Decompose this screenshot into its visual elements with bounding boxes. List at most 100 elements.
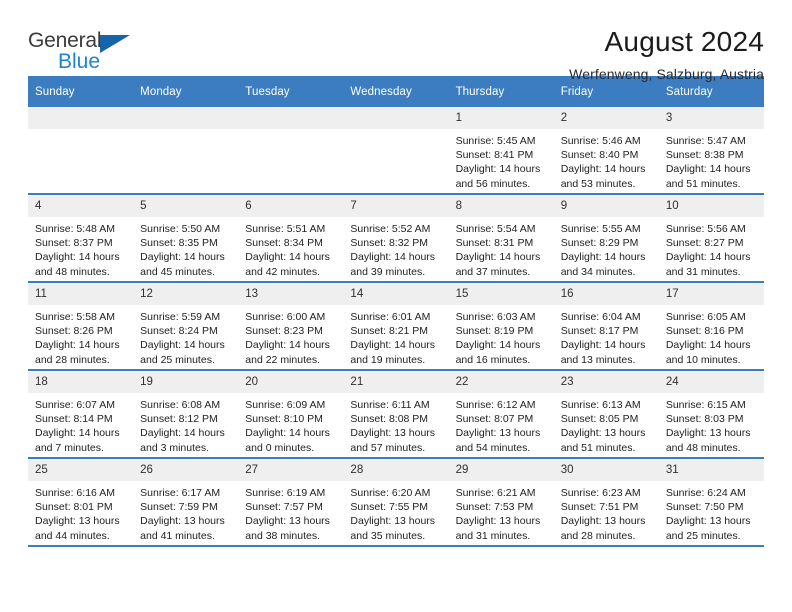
day-sun-info: Sunrise: 6:13 AM Sunset: 8:05 PM Daylight:… xyxy=(554,393,659,455)
calendar-day-cell[interactable]: 2 Sunrise: 5:46 AM Sunset: 8:40 PM Daylight… xyxy=(553,107,659,195)
generalblue-logo[interactable]: General Blue xyxy=(28,26,158,72)
sunrise-text: Sunrise: 6:05 AM xyxy=(665,311,746,323)
day-number: 26 xyxy=(133,459,239,481)
sunset-text: Sunset: 7:53 PM xyxy=(455,501,534,514)
day-number: 19 xyxy=(133,371,239,393)
day-sun-info: Sunrise: 5:47 AM Sunset: 8:38 PM Daylight:… xyxy=(659,129,764,191)
sunrise-text: Sunrise: 6:15 AM xyxy=(665,399,746,411)
calendar-day-cell[interactable]: 26 Sunrise: 6:17 AM Sunset: 7:59 PM Dayligh… xyxy=(133,458,239,547)
day-number xyxy=(343,107,449,129)
sunrise-text: Sunrise: 6:12 AM xyxy=(455,399,536,411)
calendar-day-cell[interactable]: 24 Sunrise: 6:15 AM Sunset: 8:03 PM Dayligh… xyxy=(658,370,764,459)
day-number: 7 xyxy=(343,195,449,217)
calendar-day-cell[interactable]: 7 Sunrise: 5:52 AM Sunset: 8:32 PM Daylight… xyxy=(343,194,449,283)
day-sun-info: Sunrise: 5:46 AM Sunset: 8:40 PM Daylight:… xyxy=(554,129,659,191)
sunset-text: Sunset: 7:59 PM xyxy=(140,501,218,514)
day-sun-info: Sunrise: 5:50 AM Sunset: 8:35 PM Daylight:… xyxy=(133,217,238,279)
calendar-day-cell[interactable]: 4 Sunrise: 5:48 AM Sunset: 8:37 PM Daylight… xyxy=(28,194,134,283)
calendar-cell-empty xyxy=(133,107,239,195)
daylight-text: Daylight: 14 hours xyxy=(350,339,436,352)
page-subtitle: Werfenweng, Salzburg, Austria xyxy=(569,66,764,82)
daylight-text: Daylight: 14 hours xyxy=(35,251,120,264)
sunrise-text: Sunrise: 5:51 AM xyxy=(245,223,326,235)
day-number: 1 xyxy=(448,107,554,129)
daylight-text: and 48 minutes. xyxy=(35,265,110,278)
daylight-text: Daylight: 14 hours xyxy=(665,339,751,352)
sunset-text: Sunset: 8:24 PM xyxy=(140,325,218,338)
calendar-day-cell[interactable]: 6 Sunrise: 5:51 AM Sunset: 8:34 PM Daylight… xyxy=(238,194,344,283)
calendar-day-cell[interactable]: 28 Sunrise: 6:20 AM Sunset: 7:55 PM Dayligh… xyxy=(343,458,449,547)
daylight-text: and 38 minutes. xyxy=(245,529,320,542)
calendar-day-cell[interactable]: 20 Sunrise: 6:09 AM Sunset: 8:10 PM Dayligh… xyxy=(238,370,344,459)
sunrise-text: Sunrise: 5:56 AM xyxy=(665,223,746,235)
calendar-day-cell[interactable]: 5 Sunrise: 5:50 AM Sunset: 8:35 PM Daylight… xyxy=(133,194,239,283)
sunrise-text: Sunrise: 5:48 AM xyxy=(35,223,115,235)
calendar-week-row: 18 Sunrise: 6:07 AM Sunset: 8:14 PM Dayligh… xyxy=(28,370,764,459)
calendar-day-cell[interactable]: 23 Sunrise: 6:13 AM Sunset: 8:05 PM Dayligh… xyxy=(553,370,659,459)
calendar-day-cell[interactable]: 16 Sunrise: 6:04 AM Sunset: 8:17 PM Dayligh… xyxy=(553,282,659,371)
calendar-day-cell[interactable]: 8 Sunrise: 5:54 AM Sunset: 8:31 PM Daylight… xyxy=(448,194,554,283)
sunrise-text: Sunrise: 6:08 AM xyxy=(140,399,221,411)
calendar-day-cell[interactable]: 29 Sunrise: 6:21 AM Sunset: 7:53 PM Dayligh… xyxy=(448,458,554,547)
calendar-day-cell[interactable]: 27 Sunrise: 6:19 AM Sunset: 7:57 PM Dayligh… xyxy=(238,458,344,547)
day-number: 18 xyxy=(28,371,134,393)
day-number: 8 xyxy=(448,195,554,217)
calendar-day-cell[interactable]: 18 Sunrise: 6:07 AM Sunset: 8:14 PM Dayligh… xyxy=(28,370,134,459)
daylight-text: and 3 minutes. xyxy=(140,441,210,454)
daylight-text: Daylight: 14 hours xyxy=(560,251,646,264)
daylight-text: Daylight: 14 hours xyxy=(35,339,120,352)
sunset-text: Sunset: 8:08 PM xyxy=(350,413,429,426)
sunrise-text: Sunrise: 5:58 AM xyxy=(35,311,115,323)
daylight-text: and 28 minutes. xyxy=(560,529,636,542)
daylight-text: Daylight: 14 hours xyxy=(245,339,330,352)
calendar-day-cell[interactable]: 14 Sunrise: 6:01 AM Sunset: 8:21 PM Dayligh… xyxy=(343,282,449,371)
calendar-day-cell[interactable]: 13 Sunrise: 6:00 AM Sunset: 8:23 PM Dayligh… xyxy=(238,282,344,371)
sunrise-text: Sunrise: 6:09 AM xyxy=(245,399,326,411)
daylight-text: and 48 minutes. xyxy=(665,441,741,454)
calendar-day-cell[interactable]: 12 Sunrise: 5:59 AM Sunset: 8:24 PM Dayligh… xyxy=(133,282,239,371)
calendar-day-cell[interactable]: 9 Sunrise: 5:55 AM Sunset: 8:29 PM Daylight… xyxy=(553,194,659,283)
day-sun-info: Sunrise: 5:56 AM Sunset: 8:27 PM Daylight:… xyxy=(659,217,764,279)
day-sun-info: Sunrise: 6:00 AM Sunset: 8:23 PM Daylight:… xyxy=(238,305,343,367)
day-number xyxy=(28,107,134,129)
calendar-day-cell[interactable]: 19 Sunrise: 6:08 AM Sunset: 8:12 PM Dayligh… xyxy=(133,370,239,459)
day-sun-info: Sunrise: 6:12 AM Sunset: 8:07 PM Daylight:… xyxy=(449,393,554,455)
day-sun-info: Sunrise: 6:23 AM Sunset: 7:51 PM Daylight:… xyxy=(554,481,659,543)
calendar-day-cell[interactable]: 31 Sunrise: 6:24 AM Sunset: 7:50 PM Dayligh… xyxy=(658,458,764,547)
logo-text-general: General xyxy=(28,30,158,53)
day-number xyxy=(133,107,239,129)
sunset-text: Sunset: 8:10 PM xyxy=(245,413,323,426)
calendar-day-cell[interactable]: 30 Sunrise: 6:23 AM Sunset: 7:51 PM Dayligh… xyxy=(553,458,659,547)
daylight-text: and 25 minutes. xyxy=(140,353,215,366)
calendar-day-cell[interactable]: 17 Sunrise: 6:05 AM Sunset: 8:16 PM Dayligh… xyxy=(658,282,764,371)
daylight-text: and 31 minutes. xyxy=(665,265,741,278)
daylight-text: Daylight: 13 hours xyxy=(560,515,646,528)
day-number: 12 xyxy=(133,283,239,305)
sunset-text: Sunset: 8:32 PM xyxy=(350,237,429,250)
calendar-day-cell[interactable]: 22 Sunrise: 6:12 AM Sunset: 8:07 PM Dayligh… xyxy=(448,370,554,459)
day-sun-info: Sunrise: 6:05 AM Sunset: 8:16 PM Daylight:… xyxy=(659,305,764,367)
daylight-text: and 13 minutes. xyxy=(560,353,636,366)
daylight-text: and 51 minutes. xyxy=(665,177,741,190)
logo-word-blue: Blue xyxy=(58,50,101,73)
daylight-text: Daylight: 14 hours xyxy=(560,339,646,352)
daylight-text: Daylight: 13 hours xyxy=(455,427,541,440)
day-number: 31 xyxy=(658,459,764,481)
calendar-day-cell[interactable]: 15 Sunrise: 6:03 AM Sunset: 8:19 PM Dayligh… xyxy=(448,282,554,371)
sunset-text: Sunset: 7:57 PM xyxy=(245,501,323,514)
calendar-day-cell[interactable]: 3 Sunrise: 5:47 AM Sunset: 8:38 PM Daylight… xyxy=(658,107,764,195)
weekday-header-thursday: Thursday xyxy=(448,76,554,107)
day-number: 9 xyxy=(553,195,659,217)
calendar-week-row: 4 Sunrise: 5:48 AM Sunset: 8:37 PM Daylight… xyxy=(28,194,764,283)
day-sun-info: Sunrise: 5:58 AM Sunset: 8:26 PM Daylight:… xyxy=(28,305,133,367)
day-sun-info: Sunrise: 6:19 AM Sunset: 7:57 PM Daylight:… xyxy=(238,481,343,543)
day-sun-info: Sunrise: 6:21 AM Sunset: 7:53 PM Daylight:… xyxy=(449,481,554,543)
calendar-day-cell[interactable]: 11 Sunrise: 5:58 AM Sunset: 8:26 PM Dayligh… xyxy=(28,282,134,371)
calendar-day-cell[interactable]: 25 Sunrise: 6:16 AM Sunset: 8:01 PM Dayligh… xyxy=(28,458,134,547)
sunrise-text: Sunrise: 6:21 AM xyxy=(455,487,536,499)
daylight-text: and 51 minutes. xyxy=(560,441,636,454)
calendar-day-cell[interactable]: 1 Sunrise: 5:45 AM Sunset: 8:41 PM Daylight… xyxy=(448,107,554,195)
calendar-body: 1 Sunrise: 5:45 AM Sunset: 8:41 PM Daylight… xyxy=(28,107,764,547)
calendar-day-cell[interactable]: 10 Sunrise: 5:56 AM Sunset: 8:27 PM Dayligh… xyxy=(658,194,764,283)
calendar-day-cell[interactable]: 21 Sunrise: 6:11 AM Sunset: 8:08 PM Dayligh… xyxy=(343,370,449,459)
